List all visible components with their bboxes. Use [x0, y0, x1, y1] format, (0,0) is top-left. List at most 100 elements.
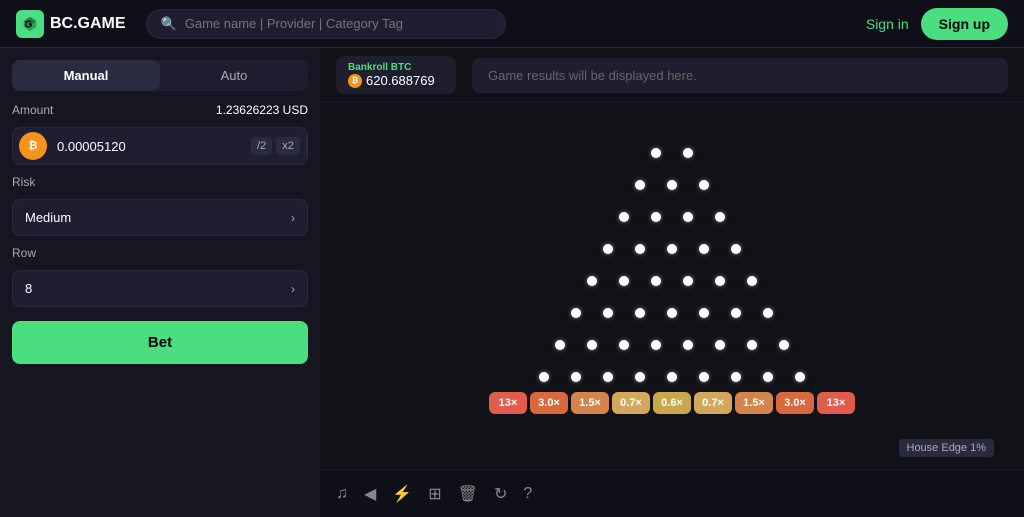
peg-row-4	[587, 276, 757, 286]
peg	[699, 372, 709, 382]
peg-row-1	[635, 180, 709, 190]
peg	[731, 244, 741, 254]
stepper-down[interactable]: ▼	[306, 146, 308, 156]
bet-button[interactable]: Bet	[12, 321, 308, 364]
peg	[699, 180, 709, 190]
peg	[667, 372, 677, 382]
multiplier-bucket-5: 0.7×	[694, 392, 732, 414]
peg-row-6	[555, 340, 789, 350]
amount-stepper[interactable]: ▲ ▼	[306, 136, 308, 156]
tab-manual[interactable]: Manual	[12, 60, 160, 91]
pegs-container	[539, 148, 805, 382]
peg	[715, 212, 725, 222]
peg	[635, 308, 645, 318]
help-icon[interactable]: ?	[523, 485, 532, 503]
grid-icon[interactable]: ⊞	[428, 484, 441, 504]
multiplier-bucket-6: 1.5×	[735, 392, 773, 414]
peg	[699, 244, 709, 254]
peg-row-3	[603, 244, 741, 254]
peg	[667, 308, 677, 318]
amount-usd-value: 1.23626223 USD	[216, 103, 308, 117]
peg-row-2	[619, 212, 725, 222]
house-edge-label: House Edge 1%	[899, 439, 995, 457]
peg-row-0	[651, 148, 693, 158]
peg	[795, 372, 805, 382]
peg	[683, 212, 693, 222]
amount-buttons: /2 x2	[245, 133, 306, 159]
amount-label: Amount	[12, 103, 53, 117]
peg	[635, 244, 645, 254]
double-button[interactable]: x2	[276, 137, 300, 155]
sign-in-button[interactable]: Sign in	[866, 16, 909, 32]
sign-up-button[interactable]: Sign up	[921, 8, 1008, 40]
row-select[interactable]: 8 ›	[12, 270, 308, 307]
peg	[763, 372, 773, 382]
btc-icon: ₿	[19, 132, 47, 160]
refresh-icon[interactable]: ↻	[494, 484, 507, 504]
peg	[747, 276, 757, 286]
amount-row: Amount 1.23626223 USD	[12, 103, 308, 117]
logo: G BC.GAME	[16, 10, 126, 38]
peg	[587, 340, 597, 350]
peg	[699, 308, 709, 318]
multiplier-bucket-1: 3.0×	[530, 392, 568, 414]
half-button[interactable]: /2	[251, 137, 272, 155]
music-icon[interactable]: ♫	[336, 485, 348, 503]
peg	[683, 148, 693, 158]
peg	[715, 276, 725, 286]
multiplier-bucket-8: 13×	[817, 392, 855, 414]
bankroll-box: Bankroll BTC ₿ 620.688769	[336, 56, 456, 94]
peg	[603, 372, 613, 382]
bottom-bar: ♫ ◀ ⚡ ⊞ 🗑 ↻?	[320, 469, 1024, 517]
search-bar[interactable]: 🔍	[146, 9, 506, 39]
peg	[571, 308, 581, 318]
bottom-icons: ♫ ◀ ⚡ ⊞ 🗑 ↻?	[336, 484, 532, 504]
peg	[715, 340, 725, 350]
peg	[619, 276, 629, 286]
peg	[779, 340, 789, 350]
amount-input[interactable]	[53, 131, 237, 162]
search-input[interactable]	[185, 16, 491, 31]
peg-row-5	[571, 308, 773, 318]
search-icon: 🔍	[161, 16, 177, 32]
peg	[587, 276, 597, 286]
row-value: 8	[25, 281, 32, 296]
peg	[683, 340, 693, 350]
game-top-bar: Bankroll BTC ₿ 620.688769 Game results w…	[320, 48, 1024, 103]
risk-value: Medium	[25, 210, 71, 225]
logo-text: BC.GAME	[50, 15, 126, 33]
multiplier-bucket-7: 3.0×	[776, 392, 814, 414]
peg	[619, 212, 629, 222]
risk-label: Risk	[12, 175, 308, 189]
main-layout: Manual Auto Amount 1.23626223 USD ₿ /2 x…	[0, 48, 1024, 517]
play-icon[interactable]: ◀	[364, 484, 376, 504]
row-label: Row	[12, 246, 308, 260]
trash-icon[interactable]: 🗑	[458, 484, 478, 504]
peg	[651, 276, 661, 286]
bankroll-value: ₿ 620.688769	[348, 73, 444, 88]
tab-auto[interactable]: Auto	[160, 60, 308, 91]
logo-icon: G	[16, 10, 44, 38]
peg	[619, 340, 629, 350]
stepper-up[interactable]: ▲	[306, 136, 308, 146]
risk-chevron: ›	[291, 211, 295, 225]
risk-select[interactable]: Medium ›	[12, 199, 308, 236]
bankroll-label: Bankroll BTC	[348, 62, 444, 73]
peg	[683, 276, 693, 286]
left-panel: Manual Auto Amount 1.23626223 USD ₿ /2 x…	[0, 48, 320, 517]
tab-bar: Manual Auto	[12, 60, 308, 91]
amount-input-row: ₿ /2 x2 ▲ ▼	[12, 127, 308, 165]
row-chevron: ›	[291, 282, 295, 296]
peg	[635, 180, 645, 190]
peg	[651, 212, 661, 222]
peg	[539, 372, 549, 382]
game-results-bar: Game results will be displayed here.	[472, 58, 1008, 93]
peg	[763, 308, 773, 318]
peg	[571, 372, 581, 382]
peg	[555, 340, 565, 350]
peg	[731, 372, 741, 382]
peg	[651, 148, 661, 158]
header-right: Sign in Sign up	[866, 8, 1008, 40]
peg	[603, 308, 613, 318]
lightning-icon[interactable]: ⚡	[392, 484, 412, 504]
